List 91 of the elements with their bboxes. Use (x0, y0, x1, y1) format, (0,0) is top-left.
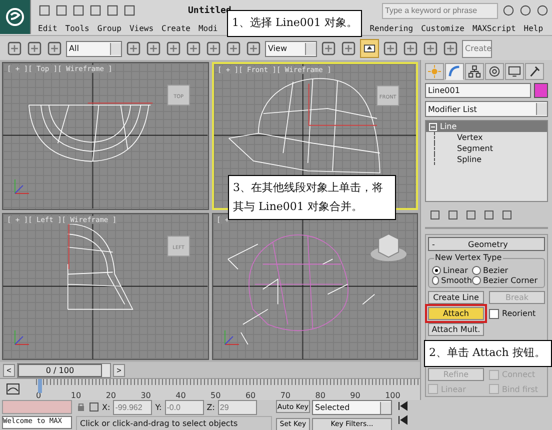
app-logo-icon[interactable] (0, 0, 31, 34)
go-to-start-icon[interactable] (397, 415, 409, 425)
command-panel-tab[interactable] (445, 63, 464, 80)
frame-number: 30 (140, 391, 152, 400)
radio-option[interactable]: Bezier Corner (472, 276, 541, 285)
stack-subitem[interactable]: Segment (434, 143, 547, 154)
radio-label: Bezier (483, 266, 508, 275)
frame-number: 40 (176, 391, 187, 400)
curve-editor-icon[interactable] (6, 383, 20, 395)
sun-icon (428, 65, 441, 78)
instruction-tooltip: 2、单击 Attach 按钮。 (424, 340, 552, 367)
collapse-toggle[interactable]: - (432, 240, 435, 248)
axis-tripod-icon (224, 329, 239, 344)
radio-button[interactable] (432, 266, 441, 275)
frame-number: 90 (350, 391, 362, 400)
radio-button[interactable] (432, 276, 440, 285)
frame-number: 100 (385, 391, 402, 400)
menu-item[interactable]: Group (97, 24, 122, 32)
frame-number: 50 (210, 391, 222, 400)
hammer-icon (530, 66, 540, 77)
menu-item[interactable]: Rendering (370, 24, 414, 32)
menu-item[interactable]: Edit (38, 24, 58, 32)
axis-tripod-icon (14, 178, 30, 194)
rollout-button[interactable]: Attach (428, 307, 484, 320)
radio-label: Smooth (441, 276, 472, 285)
coordinate-field[interactable]: -0.0 (164, 400, 204, 414)
previous-frame-button[interactable]: < (3, 364, 15, 376)
frame-number: 80 (315, 391, 326, 400)
coordinate-field[interactable]: -99.962 (113, 400, 152, 414)
status-prompt: Click or click-and-drag to select objects (76, 416, 272, 430)
radio-button[interactable] (472, 276, 481, 285)
command-panel-tab[interactable] (525, 63, 544, 80)
radio-option[interactable]: Smooth (432, 276, 472, 285)
stack-subitem[interactable]: Vertex (434, 132, 547, 143)
frame-number: 60 (245, 391, 257, 400)
lock-icon[interactable] (76, 402, 86, 412)
object-color-swatch[interactable] (534, 83, 548, 98)
modifier-list-dropdown[interactable]: Modifier List (425, 101, 548, 117)
coordinate-label: Y: (155, 402, 162, 412)
monitor-icon (508, 66, 521, 77)
radio-label: Bezier Corner (483, 276, 538, 285)
menu-item[interactable]: Help (524, 24, 544, 32)
time-slider-track[interactable]: 0 / 100 (17, 362, 111, 378)
rollout-button[interactable]: Create Line (428, 291, 484, 304)
search-field[interactable]: Type a keyword or phrase (382, 2, 498, 18)
circle-icon (489, 66, 500, 77)
command-panel-tab[interactable] (465, 63, 484, 80)
viewcube-icon[interactable] (370, 233, 406, 261)
menu-item[interactable]: MAXScript (472, 24, 516, 32)
group-title: New Vertex Type (434, 253, 503, 262)
object-name-field[interactable]: Line001 (425, 83, 531, 98)
radio-button[interactable] (472, 266, 481, 275)
coordinate-label: Z: (206, 402, 215, 412)
rollout-title: Geometry (467, 240, 509, 248)
hierarchy-icon (468, 65, 481, 78)
time-slider-thumb[interactable]: 0 / 100 (18, 364, 102, 376)
instruction-tooltip: 3、在其他线段对象上单击，将其与 Line001 对象合并。 (228, 175, 396, 220)
coordinate-label: X: (102, 402, 110, 412)
menu-item[interactable]: Create (162, 24, 190, 32)
command-panel-tab[interactable] (505, 63, 524, 80)
instruction-tooltip: 1、选择 Line001 对象。 (227, 10, 362, 37)
menu-item[interactable]: Tools (65, 24, 90, 32)
radio-option[interactable]: Bezier (472, 266, 541, 275)
rollout-header[interactable]: - Geometry (428, 237, 545, 251)
go-to-start-icon[interactable] (397, 401, 409, 411)
checkbox[interactable] (489, 308, 499, 318)
command-panel-tab[interactable] (485, 63, 504, 80)
coordinate-field[interactable]: 29 (218, 400, 257, 414)
collapse-icon[interactable] (429, 122, 437, 130)
frame-number: 20 (106, 391, 117, 400)
curve-icon (448, 66, 460, 76)
rollout-button[interactable]: Attach Mult. (428, 323, 484, 336)
radio-option[interactable]: Linear (432, 266, 472, 275)
pivot-gizmo-drawing (308, 83, 377, 126)
selection-filter-dropdown[interactable]: All (66, 40, 122, 56)
menu-item[interactable]: Views (129, 24, 154, 32)
stack-subitem[interactable]: Spline (434, 154, 547, 165)
snap-toggle-icon[interactable] (360, 39, 379, 58)
frame-number: 10 (70, 391, 82, 400)
menu-item[interactable]: Modi (198, 24, 218, 32)
checkbox-label: Reorient (502, 309, 536, 318)
key-mode-dropdown[interactable]: Selected (312, 400, 392, 415)
axis-tripod-icon (14, 329, 30, 344)
stack-item[interactable]: Line (426, 121, 547, 132)
reference-coordinate-dropdown[interactable]: View (265, 40, 317, 56)
stack-item-label: Line (440, 122, 457, 131)
named-selection-field[interactable]: Create (462, 40, 492, 58)
menu-item[interactable]: Customize (421, 24, 464, 32)
radio-label: Linear (443, 266, 468, 275)
frame-number: 70 (280, 391, 292, 400)
next-frame-button[interactable]: > (113, 364, 125, 376)
